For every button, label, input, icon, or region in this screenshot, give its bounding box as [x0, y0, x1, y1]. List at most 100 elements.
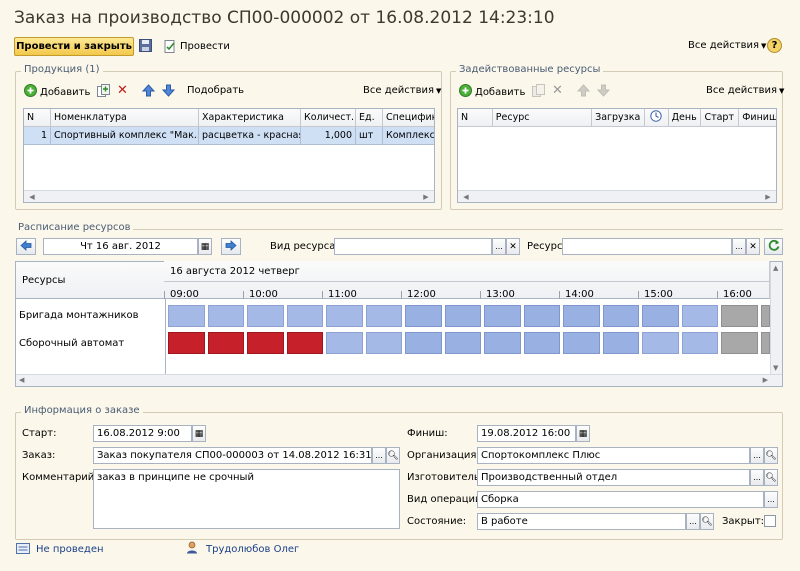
- column-header[interactable]: N: [458, 109, 493, 126]
- help-icon[interactable]: ?: [767, 38, 782, 53]
- resources-add-button[interactable]: Добавить: [459, 84, 525, 100]
- table-row[interactable]: 1 Спортивный комплекс "Мак... расцветка …: [24, 127, 434, 145]
- state-field[interactable]: В работе: [477, 513, 686, 530]
- schedule-slot[interactable]: [247, 305, 284, 327]
- column-header[interactable]: Старт: [701, 109, 740, 126]
- column-header[interactable]: Ед.: [356, 109, 383, 126]
- schedule-slot[interactable]: [207, 305, 244, 327]
- horizontal-scrollbar[interactable]: ◀ ▶: [458, 190, 776, 202]
- horizontal-scrollbar[interactable]: ◀ ▶: [24, 190, 434, 202]
- scroll-left-icon[interactable]: ◀: [26, 191, 38, 202]
- closed-checkbox[interactable]: [764, 515, 776, 527]
- schedule-date-field[interactable]: Чт 16 авг. 2012: [43, 238, 198, 255]
- maker-field[interactable]: Производственный отдел: [477, 469, 750, 486]
- column-header[interactable]: Количест...: [301, 109, 356, 126]
- schedule-slot[interactable]: [602, 332, 639, 354]
- resource-select-button[interactable]: ...: [732, 238, 746, 255]
- scroll-right-icon[interactable]: ▶: [762, 191, 774, 202]
- order-select-button[interactable]: ...: [372, 447, 386, 464]
- post-and-close-button[interactable]: Провести и закрыть: [14, 37, 134, 56]
- schedule-slot[interactable]: [523, 332, 560, 354]
- column-header[interactable]: Загрузка: [592, 109, 645, 126]
- schedule-slot[interactable]: [484, 305, 521, 327]
- prev-day-button[interactable]: [16, 238, 36, 255]
- products-table[interactable]: N Номенклатура Характеристика Количест..…: [23, 108, 435, 203]
- delete-icon[interactable]: ✕: [552, 84, 563, 97]
- products-add-button[interactable]: Добавить: [24, 84, 90, 100]
- scroll-up-icon[interactable]: ▲: [773, 264, 778, 272]
- column-header[interactable]: Специфик: [383, 109, 434, 126]
- order-field[interactable]: Заказ покупателя СП00-000003 от 14.08.20…: [93, 447, 372, 464]
- schedule-slot[interactable]: [168, 332, 205, 354]
- horizontal-scrollbar[interactable]: ◀ ▶: [16, 374, 782, 386]
- scroll-left-icon[interactable]: ◀: [19, 376, 24, 384]
- clear-icon[interactable]: ✕: [506, 238, 520, 255]
- state-select-button[interactable]: ...: [686, 513, 700, 530]
- move-down-icon[interactable]: [596, 84, 611, 100]
- resources-all-actions-menu[interactable]: Все действия ▼: [706, 85, 784, 96]
- scroll-down-icon[interactable]: ▼: [773, 364, 778, 372]
- column-header[interactable]: День: [669, 109, 702, 126]
- organization-field[interactable]: Спортокомплекс Плюс: [477, 447, 750, 464]
- move-up-icon[interactable]: [141, 84, 156, 100]
- save-icon[interactable]: [139, 39, 152, 55]
- schedule-slot[interactable]: [721, 305, 758, 327]
- copy-icon[interactable]: [532, 84, 545, 100]
- comment-textarea[interactable]: заказ в принципе не срочный: [93, 469, 400, 529]
- move-up-icon[interactable]: [576, 84, 591, 100]
- resource-type-input[interactable]: [334, 238, 492, 255]
- resource-input[interactable]: [562, 238, 732, 255]
- refresh-button[interactable]: [764, 238, 783, 255]
- schedule-slot[interactable]: [602, 305, 639, 327]
- column-header[interactable]: Ресурс: [493, 109, 593, 126]
- scroll-right-icon[interactable]: ▶: [420, 191, 432, 202]
- search-icon[interactable]: 🔍︎: [764, 469, 778, 486]
- column-header[interactable]: N: [24, 109, 51, 126]
- schedule-slot[interactable]: [760, 305, 770, 327]
- start-date-field[interactable]: 16.08.2012 9:00: [93, 425, 192, 442]
- organization-select-button[interactable]: ...: [750, 447, 764, 464]
- clear-icon[interactable]: ✕: [746, 238, 760, 255]
- schedule-slot[interactable]: [168, 305, 205, 327]
- calendar-icon[interactable]: ▦: [198, 238, 212, 255]
- search-icon[interactable]: 🔍︎: [764, 447, 778, 464]
- vertical-scrollbar[interactable]: ▲ ▼: [770, 262, 782, 374]
- schedule-slot[interactable]: [326, 332, 363, 354]
- scroll-right-icon[interactable]: ▶: [763, 376, 768, 384]
- schedule-slot[interactable]: [681, 332, 718, 354]
- maker-select-button[interactable]: ...: [750, 469, 764, 486]
- schedule-slot[interactable]: [563, 332, 600, 354]
- resources-table[interactable]: N Ресурс Загрузка День Старт Финиш ◀ ▶: [457, 108, 777, 203]
- next-day-button[interactable]: [221, 238, 241, 255]
- finish-date-field[interactable]: 19.08.2012 16:00: [477, 425, 576, 442]
- operation-field[interactable]: Сборка: [477, 491, 764, 508]
- schedule-slot[interactable]: [681, 305, 718, 327]
- schedule-slot[interactable]: [563, 305, 600, 327]
- schedule-slot[interactable]: [642, 305, 679, 327]
- schedule-slot[interactable]: [207, 332, 244, 354]
- resource-type-select-button[interactable]: ...: [492, 238, 506, 255]
- select-button[interactable]: Подобрать: [187, 85, 244, 96]
- products-all-actions-menu[interactable]: Все действия ▼: [363, 85, 441, 96]
- search-icon[interactable]: 🔍︎: [386, 447, 400, 464]
- schedule-slot[interactable]: [405, 305, 442, 327]
- schedule-slot[interactable]: [286, 305, 323, 327]
- schedule-slot[interactable]: [286, 332, 323, 354]
- search-icon[interactable]: 🔍︎: [700, 513, 714, 530]
- schedule-slot[interactable]: [326, 305, 363, 327]
- schedule-slot[interactable]: [365, 332, 402, 354]
- copy-icon[interactable]: [97, 84, 110, 100]
- schedule-slot[interactable]: [247, 332, 284, 354]
- move-down-icon[interactable]: [161, 84, 176, 100]
- schedule-slot[interactable]: [405, 332, 442, 354]
- schedule-slot[interactable]: [484, 332, 521, 354]
- delete-icon[interactable]: ✕: [117, 84, 128, 97]
- operation-select-button[interactable]: ...: [764, 491, 778, 508]
- schedule-slot[interactable]: [523, 305, 560, 327]
- all-actions-menu[interactable]: Все действия ▼: [688, 40, 766, 51]
- scroll-left-icon[interactable]: ◀: [460, 191, 472, 202]
- schedule-slot[interactable]: [365, 305, 402, 327]
- calendar-icon[interactable]: ▦: [192, 425, 206, 442]
- column-header[interactable]: Характеристика: [199, 109, 301, 126]
- column-header[interactable]: Финиш: [739, 109, 776, 126]
